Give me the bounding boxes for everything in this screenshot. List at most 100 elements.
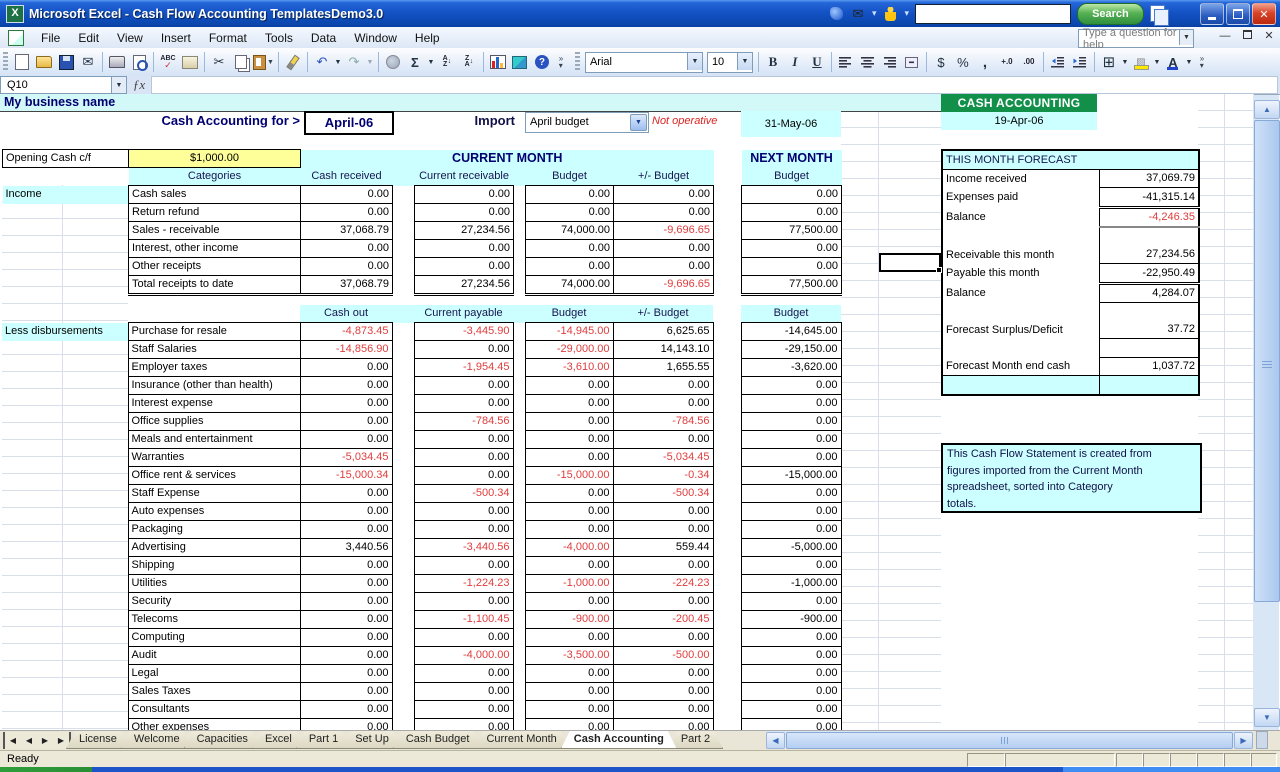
current-month-header-cell[interactable]: CURRENT MONTH <box>301 150 714 168</box>
scroll-right-icon[interactable]: ▶ <box>1234 732 1253 749</box>
save-button[interactable] <box>56 52 76 72</box>
value-cell[interactable]: 0.00 <box>414 503 513 521</box>
forecast-value[interactable] <box>1099 227 1199 246</box>
value-cell[interactable]: -9,696.65 <box>614 222 714 240</box>
value-cell[interactable]: 0.00 <box>525 485 613 503</box>
value-cell[interactable]: 0.00 <box>300 647 392 665</box>
currency-style-button[interactable]: $ <box>931 52 951 72</box>
value-cell[interactable]: -4,000.00 <box>525 539 613 557</box>
forecast-value[interactable]: 4,284.07 <box>1099 283 1199 303</box>
value-cell[interactable]: 0.00 <box>526 258 614 276</box>
value-cell[interactable]: 0.00 <box>525 665 613 683</box>
value-cell[interactable]: 0.00 <box>526 240 614 258</box>
value-cell[interactable]: -15,000.34 <box>300 467 392 485</box>
value-cell[interactable]: 0.00 <box>300 719 392 731</box>
value-cell[interactable]: 0.00 <box>741 413 841 431</box>
value-cell[interactable]: 0.00 <box>613 557 713 575</box>
formatting-options-icon[interactable]: »▾ <box>1196 51 1208 73</box>
value-cell[interactable]: 0.00 <box>613 431 713 449</box>
col-header-current-receivable[interactable]: Current receivable <box>415 168 514 186</box>
value-cell[interactable]: 0.00 <box>526 186 614 204</box>
menu-window[interactable]: Window <box>345 29 406 47</box>
category-cell[interactable]: Interest expense <box>128 395 300 413</box>
scroll-up-icon[interactable]: ▲ <box>1254 100 1280 119</box>
category-cell[interactable]: Computing <box>128 629 300 647</box>
undo-dropdown-icon[interactable]: ▼ <box>334 52 342 72</box>
borders-button[interactable]: ⊞ <box>1099 52 1119 72</box>
value-cell[interactable]: -500.34 <box>613 485 713 503</box>
italic-button[interactable]: I <box>785 52 805 72</box>
value-cell[interactable]: -14,945.00 <box>525 323 613 341</box>
menu-data[interactable]: Data <box>302 29 345 47</box>
value-cell[interactable]: 74,000.00 <box>526 222 614 240</box>
value-cell[interactable]: -1,224.23 <box>414 575 513 593</box>
value-cell[interactable]: 0.00 <box>301 240 393 258</box>
pages-icon[interactable] <box>1150 5 1165 22</box>
category-cell[interactable]: Shipping <box>128 557 300 575</box>
value-cell[interactable]: 0.00 <box>300 701 392 719</box>
scroll-left-icon[interactable]: ◀ <box>766 732 785 749</box>
value-cell[interactable]: 0.00 <box>414 377 513 395</box>
horizontal-scroll-thumb[interactable] <box>786 732 1233 749</box>
section-label[interactable]: Less disbursements <box>2 323 128 341</box>
value-cell[interactable]: 0.00 <box>741 431 841 449</box>
scroll-down-icon[interactable]: ▼ <box>1254 708 1280 727</box>
menu-tools[interactable]: Tools <box>256 29 302 47</box>
category-cell[interactable]: Sales - receivable <box>129 222 301 240</box>
value-cell[interactable]: -5,000.00 <box>741 539 841 557</box>
formula-input[interactable] <box>151 76 1278 94</box>
value-cell[interactable]: 0.00 <box>300 683 392 701</box>
forecast-value[interactable]: -41,315.14 <box>1099 188 1199 208</box>
value-cell[interactable]: 0.00 <box>525 395 613 413</box>
menu-help[interactable]: Help <box>406 29 449 47</box>
value-cell[interactable]: 77,500.00 <box>742 222 842 240</box>
value-cell[interactable]: 0.00 <box>525 503 613 521</box>
value-cell[interactable]: 0.00 <box>300 629 392 647</box>
value-cell[interactable]: 0.00 <box>300 593 392 611</box>
value-cell[interactable]: 0.00 <box>741 683 841 701</box>
redo-button[interactable]: ↷ <box>344 52 364 72</box>
first-sheet-icon[interactable]: ◀ <box>3 732 21 749</box>
autosum-button[interactable]: Σ <box>405 52 425 72</box>
value-cell[interactable]: -784.56 <box>414 413 513 431</box>
value-cell[interactable]: -1,954.45 <box>414 359 513 377</box>
value-cell[interactable]: -500.00 <box>613 647 713 665</box>
value-cell[interactable]: 74,000.00 <box>526 276 614 295</box>
value-cell[interactable]: 0.00 <box>415 186 514 204</box>
category-cell[interactable]: Office supplies <box>128 413 300 431</box>
horizontal-scrollbar[interactable]: ◀ ▶ <box>766 731 1253 748</box>
value-cell[interactable]: -1,100.45 <box>414 611 513 629</box>
value-cell[interactable]: -29,000.00 <box>525 341 613 359</box>
forecast-label[interactable]: Forecast Surplus/Deficit <box>942 321 1099 339</box>
increase-indent-button[interactable] <box>1070 52 1090 72</box>
value-cell[interactable]: 0.00 <box>742 258 842 276</box>
category-cell[interactable]: Audit <box>128 647 300 665</box>
value-cell[interactable]: 0.00 <box>525 377 613 395</box>
import-dropdown[interactable]: April budget▼ <box>525 112 649 133</box>
col-header-disb-budget[interactable]: Budget <box>525 305 613 323</box>
format-painter-button[interactable] <box>283 52 303 72</box>
print-preview-button[interactable] <box>129 52 149 72</box>
value-cell[interactable]: -3,445.90 <box>414 323 513 341</box>
value-cell[interactable]: 0.00 <box>741 449 841 467</box>
col-header-disb-next-budget[interactable]: Budget <box>741 305 841 323</box>
col-header-budget[interactable]: Budget <box>526 168 614 186</box>
mail-recipient-button[interactable]: ✉ <box>78 52 98 72</box>
value-cell[interactable]: -3,610.00 <box>525 359 613 377</box>
category-cell[interactable]: Advertising <box>128 539 300 557</box>
chevron-down-icon[interactable]: ▼ <box>630 114 647 131</box>
col-header-disb-plusminus[interactable]: +/- Budget <box>613 305 713 323</box>
forecast-label[interactable]: Expenses paid <box>942 188 1099 208</box>
cut-button[interactable]: ✂ <box>209 52 229 72</box>
value-cell[interactable]: 0.00 <box>300 485 392 503</box>
value-cell[interactable]: 0.00 <box>613 665 713 683</box>
value-cell[interactable]: -5,034.45 <box>300 449 392 467</box>
copy-button[interactable] <box>231 52 251 72</box>
value-cell[interactable]: -500.34 <box>414 485 513 503</box>
forecast-value[interactable]: -22,950.49 <box>1099 264 1199 284</box>
opening-cash-label-cell[interactable]: Opening Cash c/f <box>3 150 129 168</box>
value-cell[interactable]: 0.00 <box>741 629 841 647</box>
value-cell[interactable]: -3,500.00 <box>525 647 613 665</box>
name-box[interactable]: Q10 <box>0 76 112 94</box>
mail-icon[interactable]: ✉ <box>850 6 866 22</box>
